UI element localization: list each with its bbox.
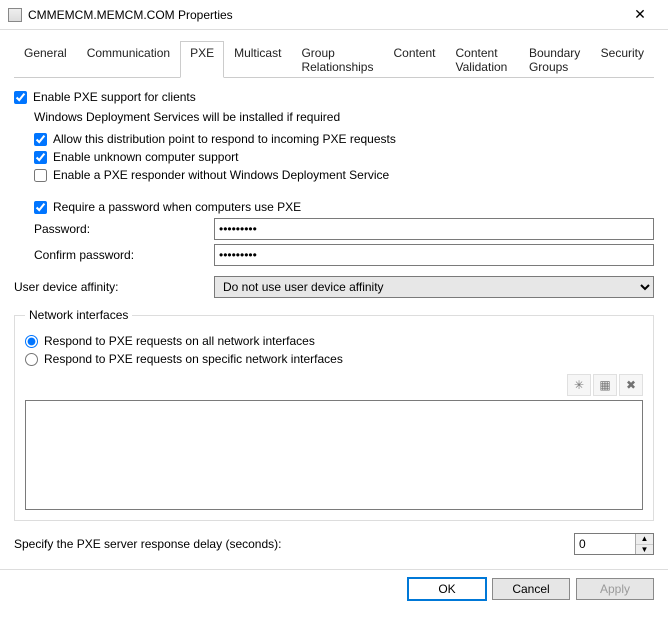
delete-interface-button[interactable]: ✖ <box>619 374 643 396</box>
enable-pxe-row: Enable PXE support for clients <box>14 90 654 104</box>
radio-specific-interfaces[interactable] <box>25 353 38 366</box>
delay-spinner: ▲ ▼ <box>574 533 654 555</box>
allow-respond-row: Allow this distribution point to respond… <box>34 132 654 146</box>
tab-security[interactable]: Security <box>591 41 654 78</box>
titlebar: CMMEMCM.MEMCM.COM Properties ✕ <box>0 0 668 30</box>
apply-button[interactable]: Apply <box>576 578 654 600</box>
unknown-support-label: Enable unknown computer support <box>53 150 238 164</box>
tab-content-validation[interactable]: Content Validation <box>446 41 519 78</box>
responder-no-wds-checkbox[interactable] <box>34 169 47 182</box>
app-icon <box>8 8 22 22</box>
radio-specific-label: Respond to PXE requests on specific netw… <box>44 352 343 366</box>
ok-button[interactable]: OK <box>408 578 486 600</box>
password-label: Password: <box>34 222 214 236</box>
tab-general[interactable]: General <box>14 41 77 78</box>
add-interface-button[interactable]: ✳ <box>567 374 591 396</box>
close-button[interactable]: ✕ <box>620 1 660 29</box>
unknown-support-checkbox[interactable] <box>34 151 47 164</box>
spinner-arrows: ▲ ▼ <box>635 534 653 554</box>
radio-all-row: Respond to PXE requests on all network i… <box>25 334 643 348</box>
interfaces-listbox[interactable] <box>25 400 643 510</box>
enable-pxe-label: Enable PXE support for clients <box>33 90 196 104</box>
confirm-password-input[interactable] <box>214 244 654 266</box>
tab-strip: General Communication PXE Multicast Grou… <box>14 40 654 78</box>
unknown-support-row: Enable unknown computer support <box>34 150 654 164</box>
window-title: CMMEMCM.MEMCM.COM Properties <box>28 8 620 22</box>
wds-note: Windows Deployment Services will be inst… <box>34 110 654 124</box>
delete-icon: ✖ <box>626 378 636 392</box>
require-password-checkbox[interactable] <box>34 201 47 214</box>
affinity-row: User device affinity: Do not use user de… <box>14 276 654 298</box>
tab-communication[interactable]: Communication <box>77 41 180 78</box>
require-password-row: Require a password when computers use PX… <box>34 200 654 214</box>
tab-group-relationships[interactable]: Group Relationships <box>291 41 383 78</box>
tab-boundary-groups[interactable]: Boundary Groups <box>519 41 591 78</box>
tab-multicast[interactable]: Multicast <box>224 41 291 78</box>
spinner-down[interactable]: ▼ <box>636 545 653 555</box>
confirm-password-label: Confirm password: <box>34 248 214 262</box>
password-row: Password: <box>34 218 654 240</box>
enable-pxe-checkbox[interactable] <box>14 91 27 104</box>
allow-respond-checkbox[interactable] <box>34 133 47 146</box>
delay-input[interactable] <box>575 534 635 554</box>
affinity-select[interactable]: Do not use user device affinity <box>214 276 654 298</box>
dialog-footer: OK Cancel Apply <box>0 569 668 608</box>
tab-pxe[interactable]: PXE <box>180 41 224 78</box>
delay-row: Specify the PXE server response delay (s… <box>14 533 654 555</box>
responder-no-wds-label: Enable a PXE responder without Windows D… <box>53 168 389 182</box>
confirm-password-row: Confirm password: <box>34 244 654 266</box>
content-area: General Communication PXE Multicast Grou… <box>0 30 668 555</box>
star-icon: ✳ <box>574 378 584 392</box>
network-interfaces-legend: Network interfaces <box>25 308 132 322</box>
radio-all-interfaces[interactable] <box>25 335 38 348</box>
spinner-up[interactable]: ▲ <box>636 534 653 545</box>
network-interfaces-group: Network interfaces Respond to PXE reques… <box>14 308 654 521</box>
tab-content[interactable]: Content <box>383 41 445 78</box>
radio-specific-row: Respond to PXE requests on specific netw… <box>25 352 643 366</box>
cancel-button[interactable]: Cancel <box>492 578 570 600</box>
affinity-label: User device affinity: <box>14 280 214 294</box>
password-input[interactable] <box>214 218 654 240</box>
allow-respond-label: Allow this distribution point to respond… <box>53 132 396 146</box>
require-password-label: Require a password when computers use PX… <box>53 200 301 214</box>
properties-icon: ▦ <box>599 378 610 392</box>
radio-all-label: Respond to PXE requests on all network i… <box>44 334 315 348</box>
delay-label: Specify the PXE server response delay (s… <box>14 537 574 551</box>
edit-interface-button[interactable]: ▦ <box>593 374 617 396</box>
interface-toolbar: ✳ ▦ ✖ <box>25 374 643 396</box>
responder-no-wds-row: Enable a PXE responder without Windows D… <box>34 168 654 182</box>
